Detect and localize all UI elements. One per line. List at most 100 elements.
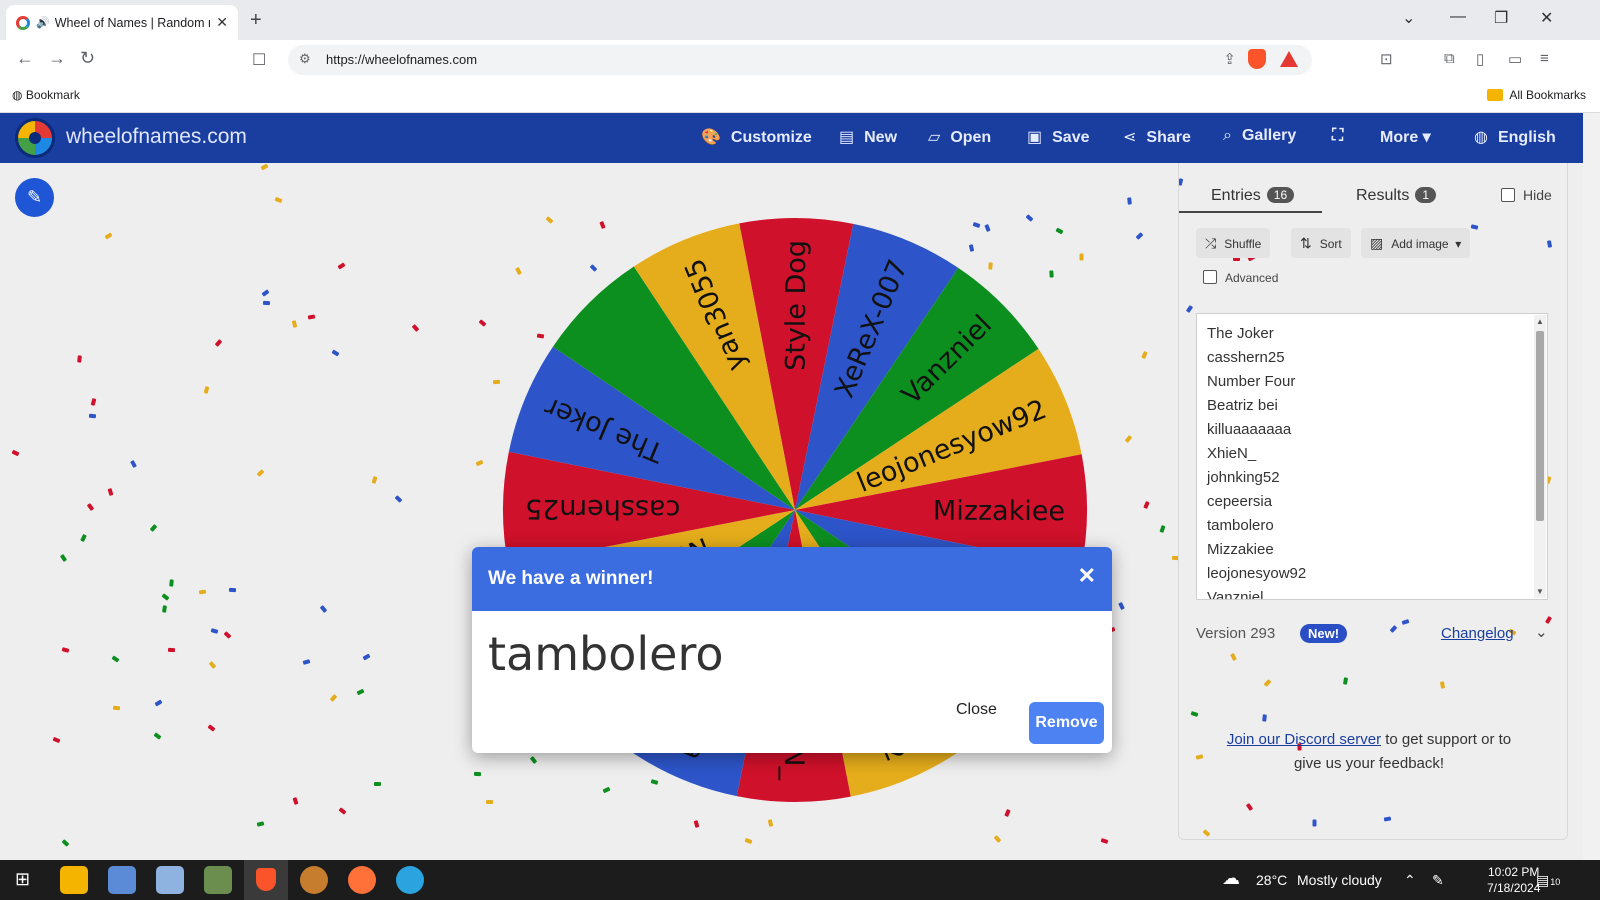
forward-icon[interactable]: → <box>48 48 66 69</box>
scroll-thumb[interactable] <box>1536 331 1544 521</box>
telegram-icon[interactable] <box>396 866 424 894</box>
tab-results[interactable]: Results 1 <box>1356 187 1437 205</box>
confetti-piece <box>162 604 167 613</box>
restore-icon[interactable]: ❐ <box>1494 8 1508 28</box>
calculator-icon[interactable] <box>108 866 136 894</box>
extensions-icon[interactable]: ⧉ <box>1444 50 1455 67</box>
add-image-button[interactable]: ▨ Add image ▾ <box>1361 228 1471 258</box>
discord-link[interactable]: Join our Discord server <box>1227 731 1381 748</box>
translate-icon[interactable]: ⊡ <box>1380 50 1393 68</box>
scroll-down-icon[interactable]: ▼ <box>1536 587 1544 596</box>
browser-tab[interactable]: 🔊 Wheel of Names | Random n ✕ <box>6 5 238 40</box>
reload-icon[interactable]: ↻ <box>80 48 95 69</box>
notepad-icon[interactable] <box>156 866 184 894</box>
confetti-piece <box>1100 837 1109 844</box>
tray-chevron-up-icon[interactable]: ⌃ <box>1404 872 1416 889</box>
back-icon[interactable]: ← <box>16 48 34 69</box>
app-taskbar-icon[interactable] <box>300 866 328 894</box>
close-window-icon[interactable]: ✕ <box>1540 8 1553 28</box>
close-button[interactable]: Close <box>956 701 997 719</box>
site-name[interactable]: wheelofnames.com <box>66 125 247 149</box>
weather-temperature[interactable]: 28°C <box>1256 872 1287 888</box>
edit-pencil-icon[interactable]: ✎ <box>15 178 54 217</box>
results-count-badge: 1 <box>1415 187 1437 203</box>
entry-item[interactable]: cepeersia <box>1207 490 1306 514</box>
entry-item[interactable]: johnking52 <box>1207 466 1306 490</box>
share-page-icon[interactable]: ⇪ <box>1223 50 1236 68</box>
brave-rewards-icon[interactable] <box>1280 51 1298 67</box>
save-button[interactable]: ▣ Save <box>1027 127 1090 147</box>
new-button[interactable]: ▤ New <box>839 127 897 147</box>
share-button[interactable]: ⋖ Share <box>1123 127 1191 147</box>
sidebar-icon[interactable]: ▯ <box>1476 50 1484 68</box>
entries-scrollbar[interactable]: ▲ ▼ <box>1534 315 1546 598</box>
entry-item[interactable]: killuaaaaaaa <box>1207 418 1306 442</box>
confetti-piece <box>274 196 283 203</box>
weather-description[interactable]: Mostly cloudy <box>1297 872 1382 888</box>
entry-item[interactable]: leojonesyow92 <box>1207 562 1306 586</box>
address-bar-row: ← → ↻ ☐ ⚙ https://wheelofnames.com ⇪ ⊡ B… <box>0 40 1600 109</box>
confetti-piece <box>111 655 121 663</box>
clock[interactable]: 10:02 PM 7/18/2024 <box>1487 864 1540 896</box>
more-button[interactable]: More ▾ <box>1380 127 1431 147</box>
gallery-button[interactable]: ⌕ Gallery <box>1223 127 1296 145</box>
shuffle-button[interactable]: ⤮ Shuffle <box>1196 228 1271 258</box>
entry-item[interactable]: Beatriz bei <box>1207 394 1306 418</box>
advanced-checkbox[interactable]: Advanced <box>1203 270 1278 285</box>
entry-item[interactable]: Vanzniel <box>1207 586 1306 599</box>
fullscreen-icon[interactable]: ⛶ <box>1332 127 1343 145</box>
wheel-favicon-icon <box>16 15 30 30</box>
url-text[interactable]: https://wheelofnames.com <box>326 52 477 67</box>
entries-textarea[interactable]: The Joker casshern25 Number Four Beatriz be… <box>1196 313 1548 600</box>
version-label: Version 293 <box>1196 625 1276 642</box>
dialog-close-icon[interactable]: ✕ <box>1078 563 1096 589</box>
entry-item[interactable]: Mizzakiee <box>1207 538 1306 562</box>
confetti-piece <box>371 475 378 484</box>
game-app-icon[interactable] <box>204 866 232 894</box>
wallet-icon[interactable]: ▭ <box>1508 50 1522 68</box>
site-logo-icon[interactable] <box>15 118 55 158</box>
minimize-icon[interactable]: — <box>1450 8 1466 26</box>
speaker-icon[interactable]: 🔊 <box>36 16 50 29</box>
bookmark-item[interactable]: ◍ Bookmark <box>12 88 80 102</box>
customize-button[interactable]: 🎨 Customize <box>701 127 812 147</box>
entry-item[interactable]: The Joker <box>1207 322 1306 346</box>
entry-item[interactable]: Number Four <box>1207 370 1306 394</box>
tab-entries[interactable]: Entries 16 <box>1211 187 1295 205</box>
menu-icon[interactable]: ≡ <box>1540 50 1549 67</box>
bookmark-page-icon[interactable]: ☐ <box>252 50 266 70</box>
windows-start-icon[interactable]: ⊞ <box>15 869 30 890</box>
brave-browser-taskbar-icon[interactable] <box>244 860 288 900</box>
entries-list[interactable]: The Joker casshern25 Number Four Beatriz be… <box>1207 322 1306 599</box>
entries-count-badge: 16 <box>1266 187 1295 203</box>
confetti-piece <box>356 688 365 696</box>
confetti-piece <box>292 797 299 806</box>
page-scrollbar[interactable] <box>1583 113 1600 860</box>
save-icon: ▣ <box>1027 129 1043 146</box>
site-settings-icon[interactable]: ⚙ <box>299 51 311 67</box>
language-button[interactable]: ◍ English <box>1474 127 1556 147</box>
weather-cloud-icon[interactable]: ☁ <box>1222 868 1240 889</box>
clock-time: 10:02 PM <box>1488 865 1540 879</box>
hide-checkbox[interactable]: Hide <box>1501 187 1552 203</box>
entry-item[interactable]: XhieN_ <box>1207 442 1306 466</box>
file-explorer-icon[interactable] <box>60 866 88 894</box>
entry-item[interactable]: tambolero <box>1207 514 1306 538</box>
notifications-icon[interactable]: ▤10 <box>1536 872 1560 889</box>
sort-button[interactable]: ⇅ Sort <box>1291 228 1351 258</box>
tab-search-chevron-icon[interactable]: ⌄ <box>1402 8 1415 28</box>
entry-item[interactable]: casshern25 <box>1207 346 1306 370</box>
pen-icon[interactable]: ✎ <box>1432 872 1444 889</box>
close-tab-icon[interactable]: ✕ <box>216 14 228 31</box>
open-button[interactable]: ▱ Open <box>928 127 991 147</box>
firefox-icon[interactable] <box>348 866 376 894</box>
scroll-up-icon[interactable]: ▲ <box>1536 317 1544 326</box>
changelog-link[interactable]: Changelog <box>1441 625 1514 642</box>
confetti-piece <box>1142 500 1150 509</box>
brave-shields-icon[interactable] <box>1248 49 1266 69</box>
all-bookmarks-button[interactable]: All Bookmarks <box>1487 88 1586 102</box>
omnibox[interactable]: ⚙ https://wheelofnames.com ⇪ <box>288 45 1312 75</box>
remove-button[interactable]: Remove <box>1029 702 1104 744</box>
chevron-down-icon[interactable]: ⌄ <box>1535 623 1548 641</box>
new-tab-icon[interactable]: + <box>250 9 262 32</box>
